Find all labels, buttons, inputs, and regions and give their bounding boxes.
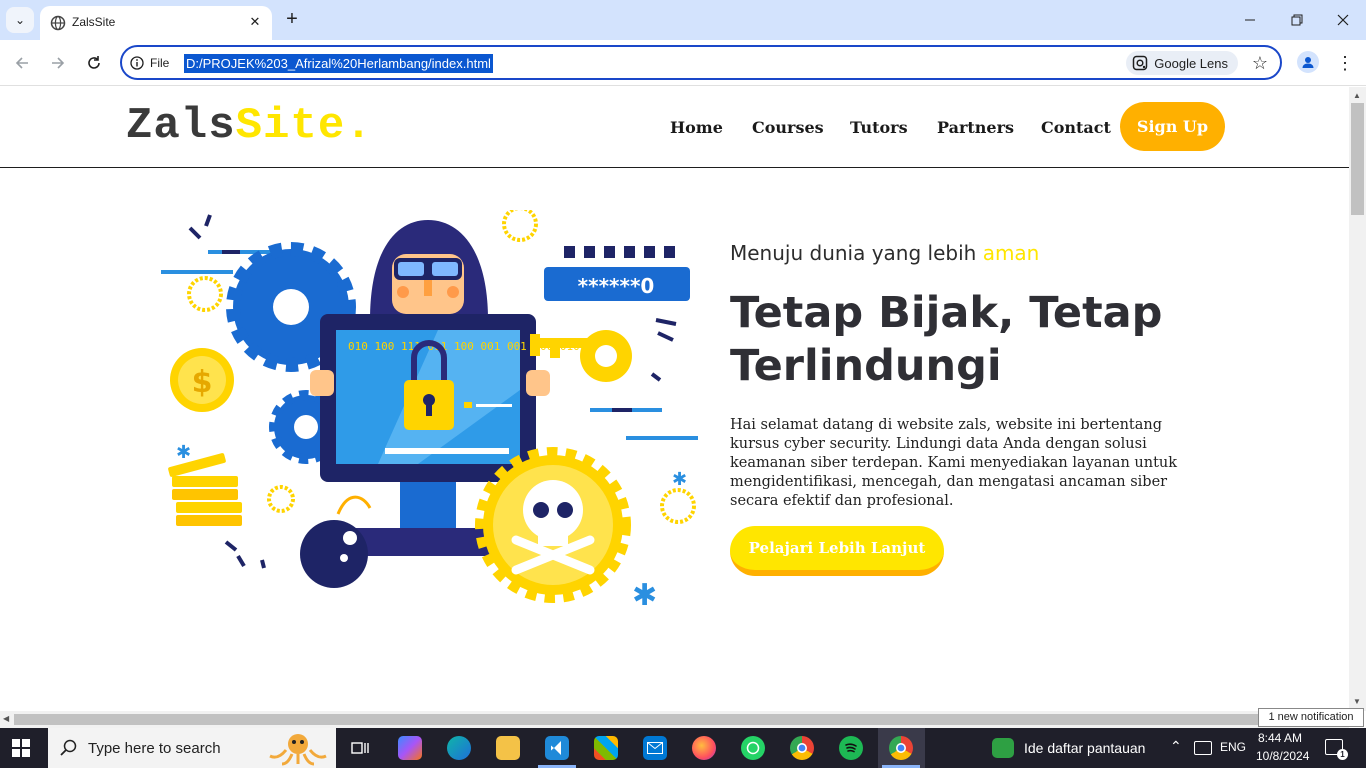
language-indicator[interactable]: ENG bbox=[1220, 740, 1246, 754]
search-placeholder: Type here to search bbox=[88, 740, 221, 757]
hero-description: Hai selamat datang di website zals, webs… bbox=[730, 417, 1178, 509]
svg-text:✱: ✱ bbox=[632, 578, 657, 610]
browser-toolbar: File D:/PROJEK%203_Afrizal%20Herlambang/… bbox=[0, 40, 1366, 86]
nav-contact[interactable]: Contact bbox=[1041, 118, 1111, 137]
nav-partners[interactable]: Partners bbox=[937, 118, 1014, 137]
google-lens-button[interactable]: Google Lens bbox=[1126, 51, 1238, 75]
tray-chevron-up-icon[interactable]: ⌃ bbox=[1170, 738, 1182, 755]
notification-center-icon[interactable]: 1 bbox=[1325, 739, 1348, 760]
clock-date[interactable]: 10/8/2024 bbox=[1256, 749, 1309, 763]
chrome-icon[interactable] bbox=[790, 736, 814, 760]
lens-label: Google Lens bbox=[1154, 55, 1228, 71]
back-icon[interactable] bbox=[11, 52, 33, 74]
browser-menu-icon[interactable]: ⋮ bbox=[1336, 52, 1354, 74]
site-logo[interactable]: ZalsSite. bbox=[126, 101, 373, 151]
browser-tab[interactable]: ZalsSite ✕ bbox=[40, 6, 272, 40]
copilot-icon[interactable] bbox=[398, 736, 422, 760]
horizontal-scrollbar-thumb[interactable] bbox=[14, 714, 1314, 725]
learn-more-button[interactable]: Pelajari Lebih Lanjut bbox=[730, 526, 944, 576]
sign-up-button[interactable]: Sign Up bbox=[1120, 102, 1225, 151]
whatsapp-icon[interactable] bbox=[741, 736, 765, 760]
search-icon bbox=[60, 739, 77, 756]
bookmark-star-icon[interactable]: ☆ bbox=[1252, 52, 1268, 74]
file-explorer-icon[interactable] bbox=[496, 736, 520, 760]
windows-taskbar: Type here to search Ide daftar pantauan … bbox=[0, 728, 1366, 768]
windows-start-icon[interactable] bbox=[12, 739, 30, 757]
site-info-label: File bbox=[150, 56, 170, 70]
scroll-up-icon[interactable]: ▲ bbox=[1353, 91, 1361, 100]
profile-avatar-icon[interactable] bbox=[1297, 51, 1319, 73]
nav-tutors[interactable]: Tutors bbox=[850, 118, 908, 137]
svg-text:✱: ✱ bbox=[176, 442, 191, 463]
svg-text:✱: ✱ bbox=[672, 469, 687, 490]
url-text[interactable]: D:/PROJEK%203_Afrizal%20Herlambang/index… bbox=[184, 54, 493, 73]
hero-title: Tetap Bijak, Tetap Terlindungi bbox=[730, 288, 1163, 391]
chrome-active-icon[interactable] bbox=[889, 736, 913, 760]
password-box-icon: ******0 bbox=[544, 246, 690, 301]
nav-home[interactable]: Home bbox=[670, 118, 723, 137]
hero-subtitle: Menuju dunia yang lebih aman bbox=[730, 241, 1039, 265]
scroll-left-icon[interactable]: ◀ bbox=[3, 714, 9, 723]
logo-part2: Site. bbox=[235, 101, 373, 151]
info-icon bbox=[130, 56, 144, 70]
close-window-icon[interactable] bbox=[1331, 8, 1355, 32]
browser-tab-bar: ⌄ ZalsSite ✕ + bbox=[0, 0, 1366, 40]
minimize-icon[interactable] bbox=[1238, 8, 1262, 32]
microsoft-store-icon[interactable] bbox=[594, 736, 618, 760]
site-header: ZalsSite. Home Courses Tutors Partners C… bbox=[0, 87, 1349, 168]
tab-title: ZalsSite bbox=[72, 15, 116, 29]
restore-icon[interactable] bbox=[1285, 8, 1309, 32]
clock-time[interactable]: 8:44 AM bbox=[1258, 731, 1302, 745]
cyber-security-illustration: ✱ ✱ ✱ ✱ $ bbox=[161, 210, 698, 610]
mail-icon[interactable] bbox=[643, 736, 667, 760]
taskbar-search-box[interactable]: Type here to search bbox=[48, 728, 336, 768]
address-bar[interactable]: File D:/PROJEK%203_Afrizal%20Herlambang/… bbox=[120, 45, 1282, 80]
watchlist-icon[interactable] bbox=[992, 738, 1014, 758]
task-view-icon[interactable] bbox=[348, 736, 372, 760]
site-info-button[interactable]: File bbox=[130, 54, 169, 72]
globe-icon bbox=[50, 15, 66, 31]
watchlist-label[interactable]: Ide daftar pantauan bbox=[1024, 740, 1145, 756]
spotify-icon[interactable] bbox=[839, 736, 863, 760]
vscode-icon[interactable] bbox=[545, 736, 569, 760]
notification-toast[interactable]: 1 new notification bbox=[1258, 708, 1364, 727]
dollar-coin-icon: $ bbox=[168, 348, 242, 526]
forward-icon[interactable] bbox=[47, 52, 69, 74]
new-tab-icon[interactable]: + bbox=[282, 9, 302, 29]
svg-text:$: $ bbox=[192, 365, 213, 400]
horizontal-scrollbar[interactable]: ◀ bbox=[0, 711, 1349, 728]
firefox-icon[interactable] bbox=[692, 736, 716, 760]
bomb-icon bbox=[300, 495, 372, 588]
vertical-scrollbar[interactable]: ▲ ▼ bbox=[1349, 87, 1366, 711]
lens-icon bbox=[1133, 55, 1148, 71]
subtitle-prefix: Menuju dunia yang lebih bbox=[730, 241, 983, 265]
scroll-down-icon[interactable]: ▼ bbox=[1353, 697, 1361, 706]
page-viewport: ZalsSite. Home Courses Tutors Partners C… bbox=[0, 87, 1349, 711]
search-highlight-octopus-icon bbox=[269, 734, 327, 766]
logo-part1: Zals bbox=[126, 101, 236, 151]
subtitle-highlight: aman bbox=[982, 241, 1040, 265]
hacker-icon bbox=[370, 220, 488, 320]
reload-icon[interactable] bbox=[83, 52, 105, 74]
skull-badge-icon bbox=[475, 447, 631, 603]
password-text: ******0 bbox=[578, 274, 655, 298]
close-tab-icon[interactable]: ✕ bbox=[246, 13, 264, 31]
scrollbar-thumb[interactable] bbox=[1351, 103, 1364, 215]
battery-network-icon[interactable] bbox=[1194, 741, 1212, 755]
tab-search-chevron-icon[interactable]: ⌄ bbox=[6, 7, 34, 33]
edge-browser-icon[interactable] bbox=[447, 736, 471, 760]
nav-courses[interactable]: Courses bbox=[752, 118, 824, 137]
